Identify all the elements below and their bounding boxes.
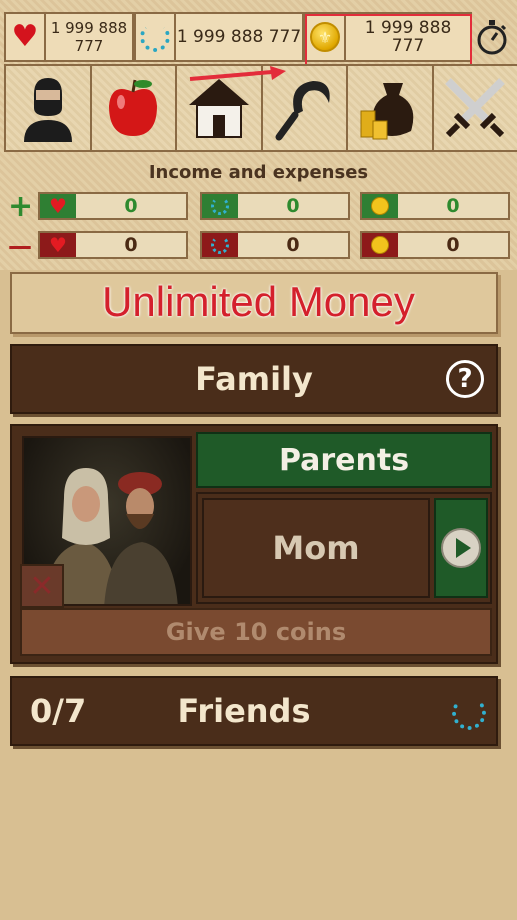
selected-parent-name: Mom (202, 498, 430, 598)
gold-coin-icon (362, 194, 398, 218)
fame-stat[interactable]: 1 999 888 777 (134, 12, 304, 62)
house-icon (188, 79, 249, 138)
expense-gold-value: 0 (446, 234, 460, 256)
red-arrow-annotation (189, 66, 286, 81)
laurel-icon (202, 233, 238, 257)
friends-header[interactable]: 0/7 Friends (10, 676, 498, 746)
battle-button[interactable] (431, 64, 517, 152)
health-stat[interactable]: ♥ 1 999 888 777 (4, 12, 134, 62)
family-card: ✕ Parents Mom Give 10 coins (10, 424, 498, 664)
crossed-swords-icon (445, 78, 506, 138)
income-health-value: 0 (124, 195, 138, 217)
expense-row: — ♥ 0 0 0 (0, 231, 517, 261)
laurel-icon (452, 696, 486, 730)
expense-health-value: 0 (124, 234, 138, 256)
expense-health-cell: ♥ 0 (38, 231, 188, 259)
stopwatch-icon[interactable] (474, 18, 510, 56)
income-gold-value: 0 (446, 195, 460, 217)
close-icon: ✕ (29, 568, 55, 604)
income-fame-cell: 0 (200, 192, 350, 220)
heart-icon: ♥ (6, 14, 46, 60)
parents-label: Parents (196, 432, 492, 488)
money-bag-icon (360, 83, 414, 140)
food-button[interactable] (89, 64, 177, 152)
remove-button[interactable]: ✕ (20, 564, 64, 608)
overlay-caption: Unlimited Money (102, 278, 415, 325)
plus-sign: + (8, 189, 34, 224)
family-header: Family ? (10, 344, 498, 414)
fame-value: 1 999 888 777 (176, 27, 302, 47)
next-parent-button[interactable] (434, 498, 488, 598)
family-title: Family (195, 360, 313, 398)
give-coins-button[interactable]: Give 10 coins (20, 608, 492, 656)
income-health-cell: ♥ 0 (38, 192, 188, 220)
gold-coin-icon (362, 233, 398, 257)
character-button[interactable] (4, 64, 92, 152)
income-title: Income and expenses (148, 162, 369, 183)
minus-sign: — (8, 232, 32, 260)
sickle-icon (275, 81, 330, 141)
expense-fame-value: 0 (286, 234, 300, 256)
income-row: + ♥ 0 0 0 (0, 192, 517, 222)
expense-gold-cell: 0 (360, 231, 510, 259)
help-button[interactable]: ? (446, 360, 484, 398)
expense-fame-cell: 0 (200, 231, 350, 259)
apple-icon (109, 79, 158, 136)
highlight-box (305, 14, 472, 68)
parent-selector: Mom (196, 492, 492, 604)
treasury-button[interactable] (346, 64, 434, 152)
health-value: 1 999 888 777 (50, 19, 128, 55)
laurel-icon (136, 14, 176, 60)
friends-count: 0/7 (30, 692, 87, 730)
heart-icon: ♥ (40, 233, 76, 257)
heart-icon: ♥ (40, 194, 76, 218)
character-icon (23, 78, 72, 142)
play-icon (441, 528, 481, 568)
laurel-icon (202, 194, 238, 218)
income-fame-value: 0 (286, 195, 300, 217)
income-gold-cell: 0 (360, 192, 510, 220)
